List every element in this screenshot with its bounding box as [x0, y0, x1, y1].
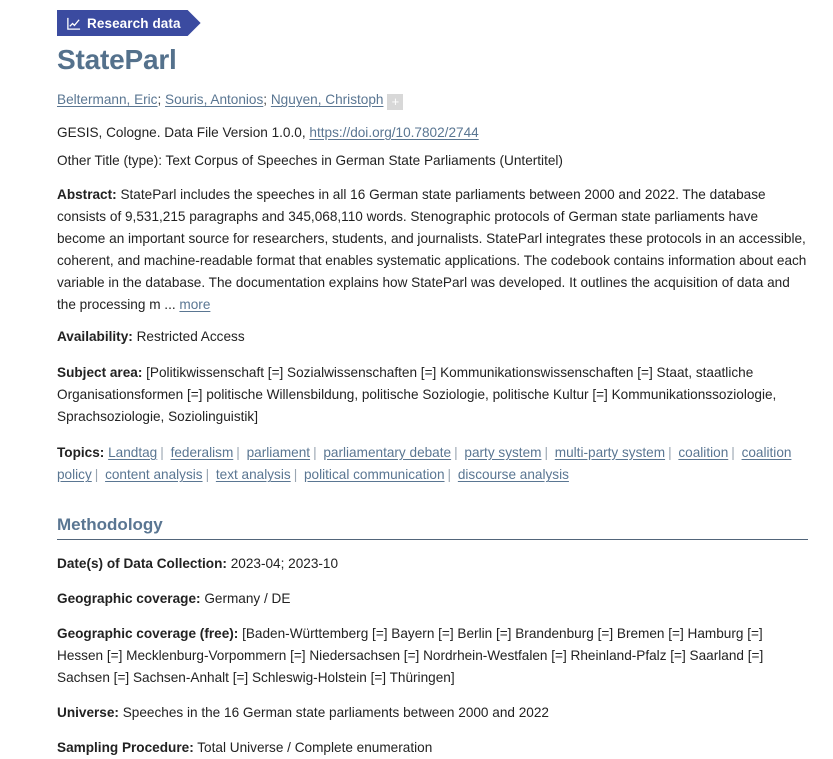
other-title-key: Other Title (type): [57, 153, 163, 169]
topic-link-9[interactable]: text analysis [216, 467, 291, 482]
availability-key: Availability: [57, 328, 133, 344]
topic-link-10[interactable]: political communication [304, 467, 445, 482]
topic-link-8[interactable]: content analysis [105, 467, 202, 482]
topic-separator: | [731, 444, 735, 460]
methodology-field-key: Date(s) of Data Collection: [57, 556, 227, 572]
show-more-authors-button[interactable]: + [387, 93, 404, 110]
availability-field: Availability: Restricted Access [57, 326, 808, 348]
author-separator: ; [263, 92, 271, 108]
topic-link-4[interactable]: party system [464, 445, 541, 460]
other-title-line: Other Title (type): Text Corpus of Speec… [57, 151, 808, 171]
other-title-value: Text Corpus of Speeches in German State … [165, 153, 563, 169]
topic-separator: | [447, 467, 452, 483]
page-title: StateParl [57, 44, 177, 75]
methodology-heading: Methodology [57, 515, 808, 541]
topic-link-11[interactable]: discourse analysis [458, 467, 569, 482]
topic-link-2[interactable]: parliament [247, 445, 310, 460]
methodology-field-value: 2023-04; 2023-10 [226, 556, 339, 572]
author-link-0[interactable]: Beltermann, Eric [57, 92, 157, 107]
author-link-2[interactable]: Nguyen, Christoph [271, 92, 384, 107]
abstract-field: Abstract: StateParl includes the speeche… [57, 184, 808, 316]
topic-link-3[interactable]: parliamentary debate [323, 445, 451, 460]
topic-separator: | [454, 444, 458, 460]
topic-separator: | [205, 467, 210, 483]
methodology-field-0: Date(s) of Data Collection: 2023-04; 202… [57, 553, 808, 575]
subject-area-value: [Politikwissenschaft [=] Sozialwissensch… [57, 364, 777, 424]
methodology-field-2: Geographic coverage (free): [Baden-Württ… [57, 623, 808, 689]
abstract-value: StateParl includes the speeches in all 1… [57, 186, 807, 312]
research-data-badge: Research data [57, 10, 201, 36]
research-data-record-page: Research data StateParl Beltermann, Eric… [0, 0, 833, 755]
methodology-field-value: Germany / DE [200, 591, 291, 607]
author-separator: ; [157, 92, 166, 108]
topic-separator: | [236, 444, 240, 460]
subject-area-key: Subject area: [57, 364, 143, 380]
topics-list: Landtag | federalism | parliament | parliam… [57, 445, 791, 482]
topic-link-1[interactable]: federalism [171, 445, 234, 460]
citation-line: GESIS, Cologne. Data File Version 1.0.0,… [57, 123, 808, 143]
methodology-field-key: Universe: [57, 705, 119, 721]
topic-separator: | [160, 444, 164, 460]
subject-area-field: Subject area: [Politikwissenschaft [=] S… [57, 362, 808, 428]
methodology-field-key: Sampling Procedure: [57, 740, 194, 756]
topic-link-6[interactable]: coalition [678, 445, 728, 460]
authors-line: Beltermann, Eric; Souris, Antonios; Nguy… [57, 90, 808, 110]
topic-separator: | [313, 444, 317, 460]
methodology-field-key: Geographic coverage (free): [57, 626, 239, 642]
methodology-field-key: Geographic coverage: [57, 591, 201, 607]
citation-prefix: GESIS, Cologne. Data File Version 1.0.0, [57, 124, 306, 140]
badge-row: Research data [0, 0, 833, 36]
availability-value: Restricted Access [136, 328, 245, 344]
methodology-field-4: Sampling Procedure: Total Universe / Com… [57, 737, 808, 759]
line-chart-icon [66, 16, 81, 31]
topics-field: Topics: Landtag | federalism | parliament |… [57, 442, 808, 487]
topic-link-0[interactable]: Landtag [108, 445, 157, 460]
methodology-field-value: Speeches in the 16 German state parliame… [118, 705, 549, 721]
topic-link-5[interactable]: multi-party system [555, 445, 665, 460]
methodology-field-value: Total Universe / Complete enumeration [193, 740, 433, 756]
methodology-field-3: Universe: Speeches in the 16 German stat… [57, 702, 808, 724]
methodology-field-1: Geographic coverage: Germany / DE [57, 588, 808, 610]
topics-key: Topics: [57, 444, 105, 460]
topic-separator: | [668, 444, 672, 460]
doi-link[interactable]: https://doi.org/10.7802/2744 [309, 125, 478, 140]
methodology-fields: Date(s) of Data Collection: 2023-04; 202… [57, 553, 808, 759]
abstract-more-link[interactable]: more [179, 297, 210, 312]
topic-separator: | [544, 444, 548, 460]
topic-separator: | [293, 467, 298, 483]
record-body: Beltermann, Eric; Souris, Antonios; Nguy… [0, 90, 833, 759]
badge-label: Research data [87, 15, 181, 31]
topic-separator: | [94, 467, 99, 483]
abstract-key: Abstract: [57, 186, 117, 202]
author-link-1[interactable]: Souris, Antonios [165, 92, 263, 107]
